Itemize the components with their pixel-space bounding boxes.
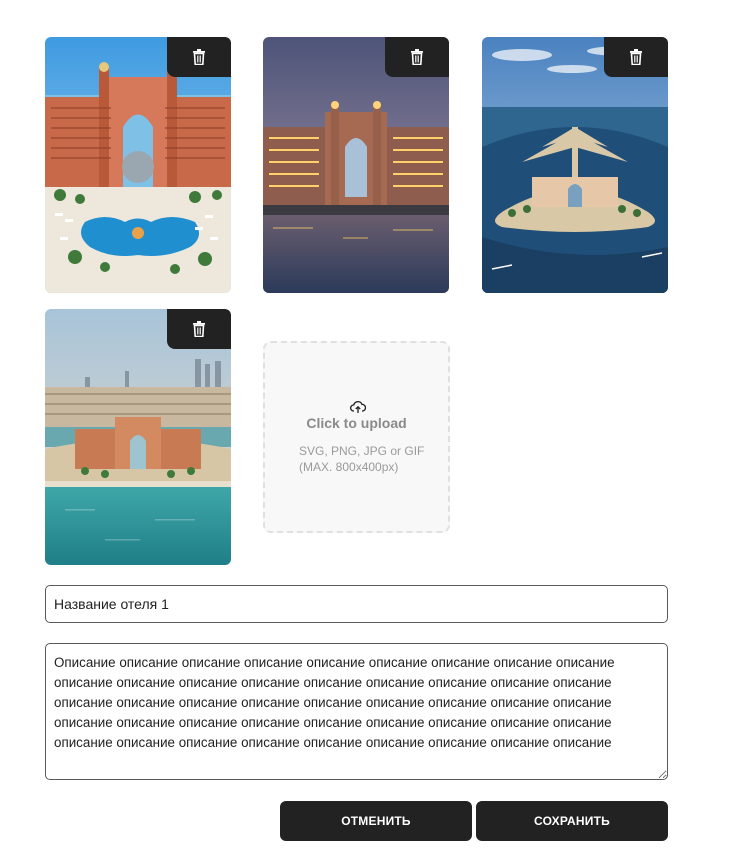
delete-photo-button[interactable] [385, 37, 449, 77]
delete-photo-button[interactable] [604, 37, 668, 77]
hotel-name-input[interactable] [45, 585, 668, 623]
trash-icon [193, 321, 205, 337]
upload-title: Click to upload [306, 415, 407, 431]
hotel-photo-4[interactable] [45, 309, 231, 565]
trash-icon [411, 49, 423, 65]
cloud-upload-icon [350, 401, 366, 413]
delete-photo-button[interactable] [167, 37, 231, 77]
delete-photo-button[interactable] [167, 309, 231, 349]
hotel-edit-page: Click to upload SVG, PNG, JPG or GIF (MA… [0, 0, 734, 854]
trash-icon [630, 49, 642, 65]
trash-icon [193, 49, 205, 65]
hotel-photo-1[interactable] [45, 37, 231, 293]
cancel-button[interactable]: ОТМЕНИТЬ [280, 801, 472, 841]
description-textarea[interactable]: Описание описание описание описание опис… [45, 643, 668, 780]
hotel-photo-2[interactable] [263, 37, 449, 293]
upload-hint: SVG, PNG, JPG or GIF (MAX. 800x400px) [299, 444, 425, 474]
upload-dropzone[interactable]: Click to upload SVG, PNG, JPG or GIF (MA… [263, 341, 450, 533]
hotel-photo-3[interactable] [482, 37, 668, 293]
save-button[interactable]: СОХРАНИТЬ [476, 801, 668, 841]
